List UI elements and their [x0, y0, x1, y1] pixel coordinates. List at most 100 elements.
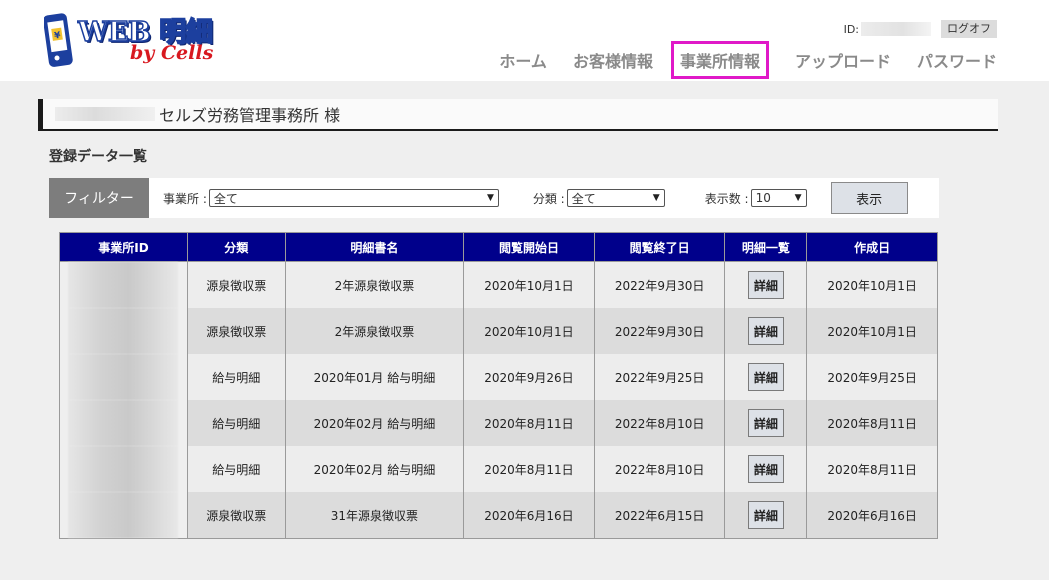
detail-cell: 詳細 — [724, 354, 808, 400]
count-select[interactable]: 10 ▼ — [750, 189, 807, 207]
view-start-cell: 2020年8月11日 — [463, 446, 595, 492]
detail-cell: 詳細 — [724, 400, 808, 446]
category-select-value: 全て — [571, 191, 596, 206]
office-id-cell — [59, 354, 188, 400]
nav-password[interactable]: パスワード — [917, 40, 997, 80]
chevron-down-icon: ▼ — [794, 193, 802, 203]
view-end-cell: 2022年8月10日 — [593, 446, 726, 492]
show-button[interactable]: 表示 — [830, 182, 908, 214]
table-header-row: 事業所ID 分類 明細書名 閲覧開始日 閲覧終了日 明細一覧 作成日 — [59, 232, 938, 262]
category-filter-label: 分類 : — [532, 191, 565, 206]
view-start-cell: 2020年9月26日 — [463, 354, 595, 400]
created-cell: 2020年9月25日 — [806, 354, 938, 400]
office-id-cell — [59, 261, 188, 308]
detail-button[interactable]: 詳細 — [747, 363, 784, 391]
detail-button[interactable]: 詳細 — [747, 501, 784, 529]
category-cell: 源泉徴収票 — [186, 492, 286, 539]
office-id-redacted — [68, 262, 179, 308]
web-meisai-logo[interactable]: ¥ WEB 明細 by Cells — [38, 8, 218, 74]
chevron-down-icon: ▼ — [486, 193, 494, 203]
detail-button[interactable]: 詳細 — [747, 455, 784, 483]
chevron-down-icon: ▼ — [652, 193, 660, 203]
col-header-category: 分類 — [186, 232, 286, 262]
nav-upload[interactable]: アップロード — [795, 40, 891, 80]
page-header: ¥ WEB 明細 by Cells ID: ログオフ ホーム お客様情報 事業所… — [0, 0, 1049, 81]
nav-customer-info[interactable]: お客様情報 — [573, 40, 653, 80]
office-select-value: 全て — [213, 191, 238, 206]
created-cell: 2020年10月1日 — [806, 308, 938, 354]
col-header-statement-name: 明細書名 — [284, 232, 465, 262]
created-cell: 2020年10月1日 — [806, 261, 938, 308]
category-filter: 分類 : 全て ▼ — [533, 189, 665, 207]
table-row: 源泉徴収票 2年源泉徴収票 2020年10月1日 2022年9月30日 詳細 2… — [59, 261, 938, 308]
id-label: ID: — [843, 22, 859, 36]
statement-name-cell: 2年源泉徴収票 — [284, 261, 465, 308]
customer-name: セルズ労務管理事務所 様 — [159, 106, 341, 125]
section-title: 登録データ一覧 — [49, 149, 147, 165]
phone-icon: ¥ — [44, 13, 73, 67]
detail-cell: 詳細 — [724, 261, 808, 308]
col-header-created: 作成日 — [806, 232, 938, 262]
nav-home[interactable]: ホーム — [499, 40, 547, 80]
office-id-cell — [59, 492, 188, 539]
view-end-cell: 2022年6月15日 — [593, 492, 726, 539]
table-row: 源泉徴収票 2年源泉徴収票 2020年10月1日 2022年9月30日 詳細 2… — [59, 308, 938, 354]
created-cell: 2020年6月16日 — [806, 492, 938, 539]
main-nav: ホーム お客様情報 事業所情報 アップロード パスワード — [473, 40, 997, 80]
table-row: 給与明細 2020年01月 給与明細 2020年9月26日 2022年9月25日… — [59, 354, 938, 400]
customer-bar: セルズ労務管理事務所 様 — [38, 99, 998, 131]
detail-button[interactable]: 詳細 — [747, 409, 784, 437]
detail-button[interactable]: 詳細 — [747, 271, 784, 299]
office-id-cell — [59, 446, 188, 492]
office-filter-label: 事業所 : — [163, 191, 207, 206]
view-end-cell: 2022年9月30日 — [593, 308, 726, 354]
nav-office-info[interactable]: 事業所情報 — [670, 41, 769, 79]
col-header-office-id: 事業所ID — [59, 232, 188, 262]
view-start-cell: 2020年10月1日 — [463, 261, 595, 308]
detail-cell: 詳細 — [724, 446, 808, 492]
count-select-value: 10 — [755, 191, 771, 205]
view-start-cell: 2020年10月1日 — [463, 308, 595, 354]
category-cell: 源泉徴収票 — [186, 308, 286, 354]
col-header-view-end: 閲覧終了日 — [593, 232, 726, 262]
office-id-redacted — [68, 492, 179, 538]
category-select[interactable]: 全て ▼ — [566, 189, 665, 207]
filter-label: フィルター — [49, 178, 149, 218]
table-row: 源泉徴収票 31年源泉徴収票 2020年6月16日 2022年6月15日 詳細 … — [59, 492, 938, 539]
statement-name-cell: 2020年02月 給与明細 — [284, 446, 465, 492]
table-row: 給与明細 2020年02月 給与明細 2020年8月11日 2022年8月10日… — [59, 400, 938, 446]
office-id-redacted — [68, 446, 179, 492]
category-cell: 給与明細 — [186, 400, 286, 446]
office-id-redacted — [68, 400, 179, 446]
view-end-cell: 2022年8月10日 — [593, 400, 726, 446]
category-cell: 源泉徴収票 — [186, 261, 286, 308]
count-filter: 表示数 : 10 ▼ — [705, 189, 807, 207]
office-id-redacted — [68, 354, 179, 400]
office-filter: 事業所 : 全て ▼ — [163, 189, 499, 207]
detail-button[interactable]: 詳細 — [747, 317, 784, 345]
user-id-area: ID: ログオフ — [844, 20, 997, 38]
detail-cell: 詳細 — [724, 492, 808, 539]
detail-cell: 詳細 — [724, 308, 808, 354]
statement-name-cell: 2020年01月 給与明細 — [284, 354, 465, 400]
table-row: 給与明細 2020年02月 給与明細 2020年8月11日 2022年8月10日… — [59, 446, 938, 492]
count-filter-label: 表示数 : — [704, 191, 749, 206]
office-id-cell — [59, 400, 188, 446]
view-start-cell: 2020年8月11日 — [463, 400, 595, 446]
office-id-cell — [59, 308, 188, 354]
logout-button[interactable]: ログオフ — [941, 20, 997, 38]
office-id-redacted — [68, 308, 179, 354]
view-end-cell: 2022年9月25日 — [593, 354, 726, 400]
data-table: 事業所ID 分類 明細書名 閲覧開始日 閲覧終了日 明細一覧 作成日 源泉徴収票… — [59, 232, 938, 539]
category-cell: 給与明細 — [186, 446, 286, 492]
statement-name-cell: 2020年02月 給与明細 — [284, 400, 465, 446]
col-header-view-start: 閲覧開始日 — [463, 232, 595, 262]
statement-name-cell: 31年源泉徴収票 — [284, 492, 465, 539]
created-cell: 2020年8月11日 — [806, 400, 938, 446]
view-start-cell: 2020年6月16日 — [463, 492, 595, 539]
logo-bycells-text: by Cells — [130, 42, 214, 64]
col-header-detail-list: 明細一覧 — [724, 232, 808, 262]
office-select[interactable]: 全て ▼ — [208, 189, 499, 207]
filter-bar: フィルター 事業所 : 全て ▼ 分類 : 全て ▼ 表示数 : 10 ▼ 表示 — [49, 178, 939, 218]
id-value-redacted — [861, 22, 931, 36]
